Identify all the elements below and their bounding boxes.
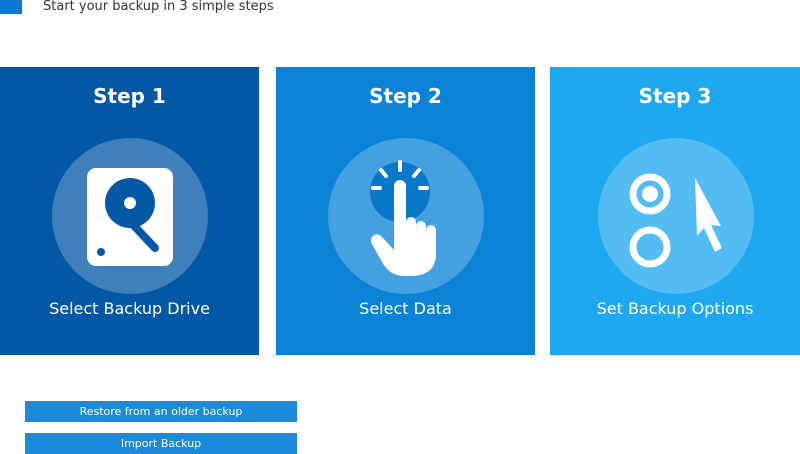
step-icon-circle	[52, 138, 208, 294]
options-cursor-icon	[629, 173, 722, 268]
step-icon-circle	[328, 138, 484, 294]
step-card-set-backup-options[interactable]: Step 3 Set Backup Options	[550, 67, 800, 355]
step-label: Select Data	[359, 299, 452, 318]
step-card-select-backup-drive[interactable]: Step 1 Select Backup Drive	[0, 67, 259, 355]
page-subtitle: Start your backup in 3 simple steps	[43, 0, 274, 14]
step-title: Step 3	[638, 84, 712, 108]
restore-older-backup-button[interactable]: Restore from an older backup	[25, 401, 297, 422]
window-corner-mark	[0, 0, 22, 14]
step-title: Step 1	[93, 84, 166, 108]
step-card-select-data[interactable]: Step 2 Select Data	[276, 67, 535, 355]
step-label: Set Backup Options	[596, 299, 754, 318]
step-icon-circle	[598, 138, 754, 294]
import-backup-button[interactable]: Import Backup	[25, 433, 297, 454]
step-label: Select Backup Drive	[49, 299, 210, 318]
hand-pointer-tap-icon	[370, 160, 436, 276]
step-title: Step 2	[369, 84, 442, 108]
hard-drive-icon	[87, 168, 173, 266]
